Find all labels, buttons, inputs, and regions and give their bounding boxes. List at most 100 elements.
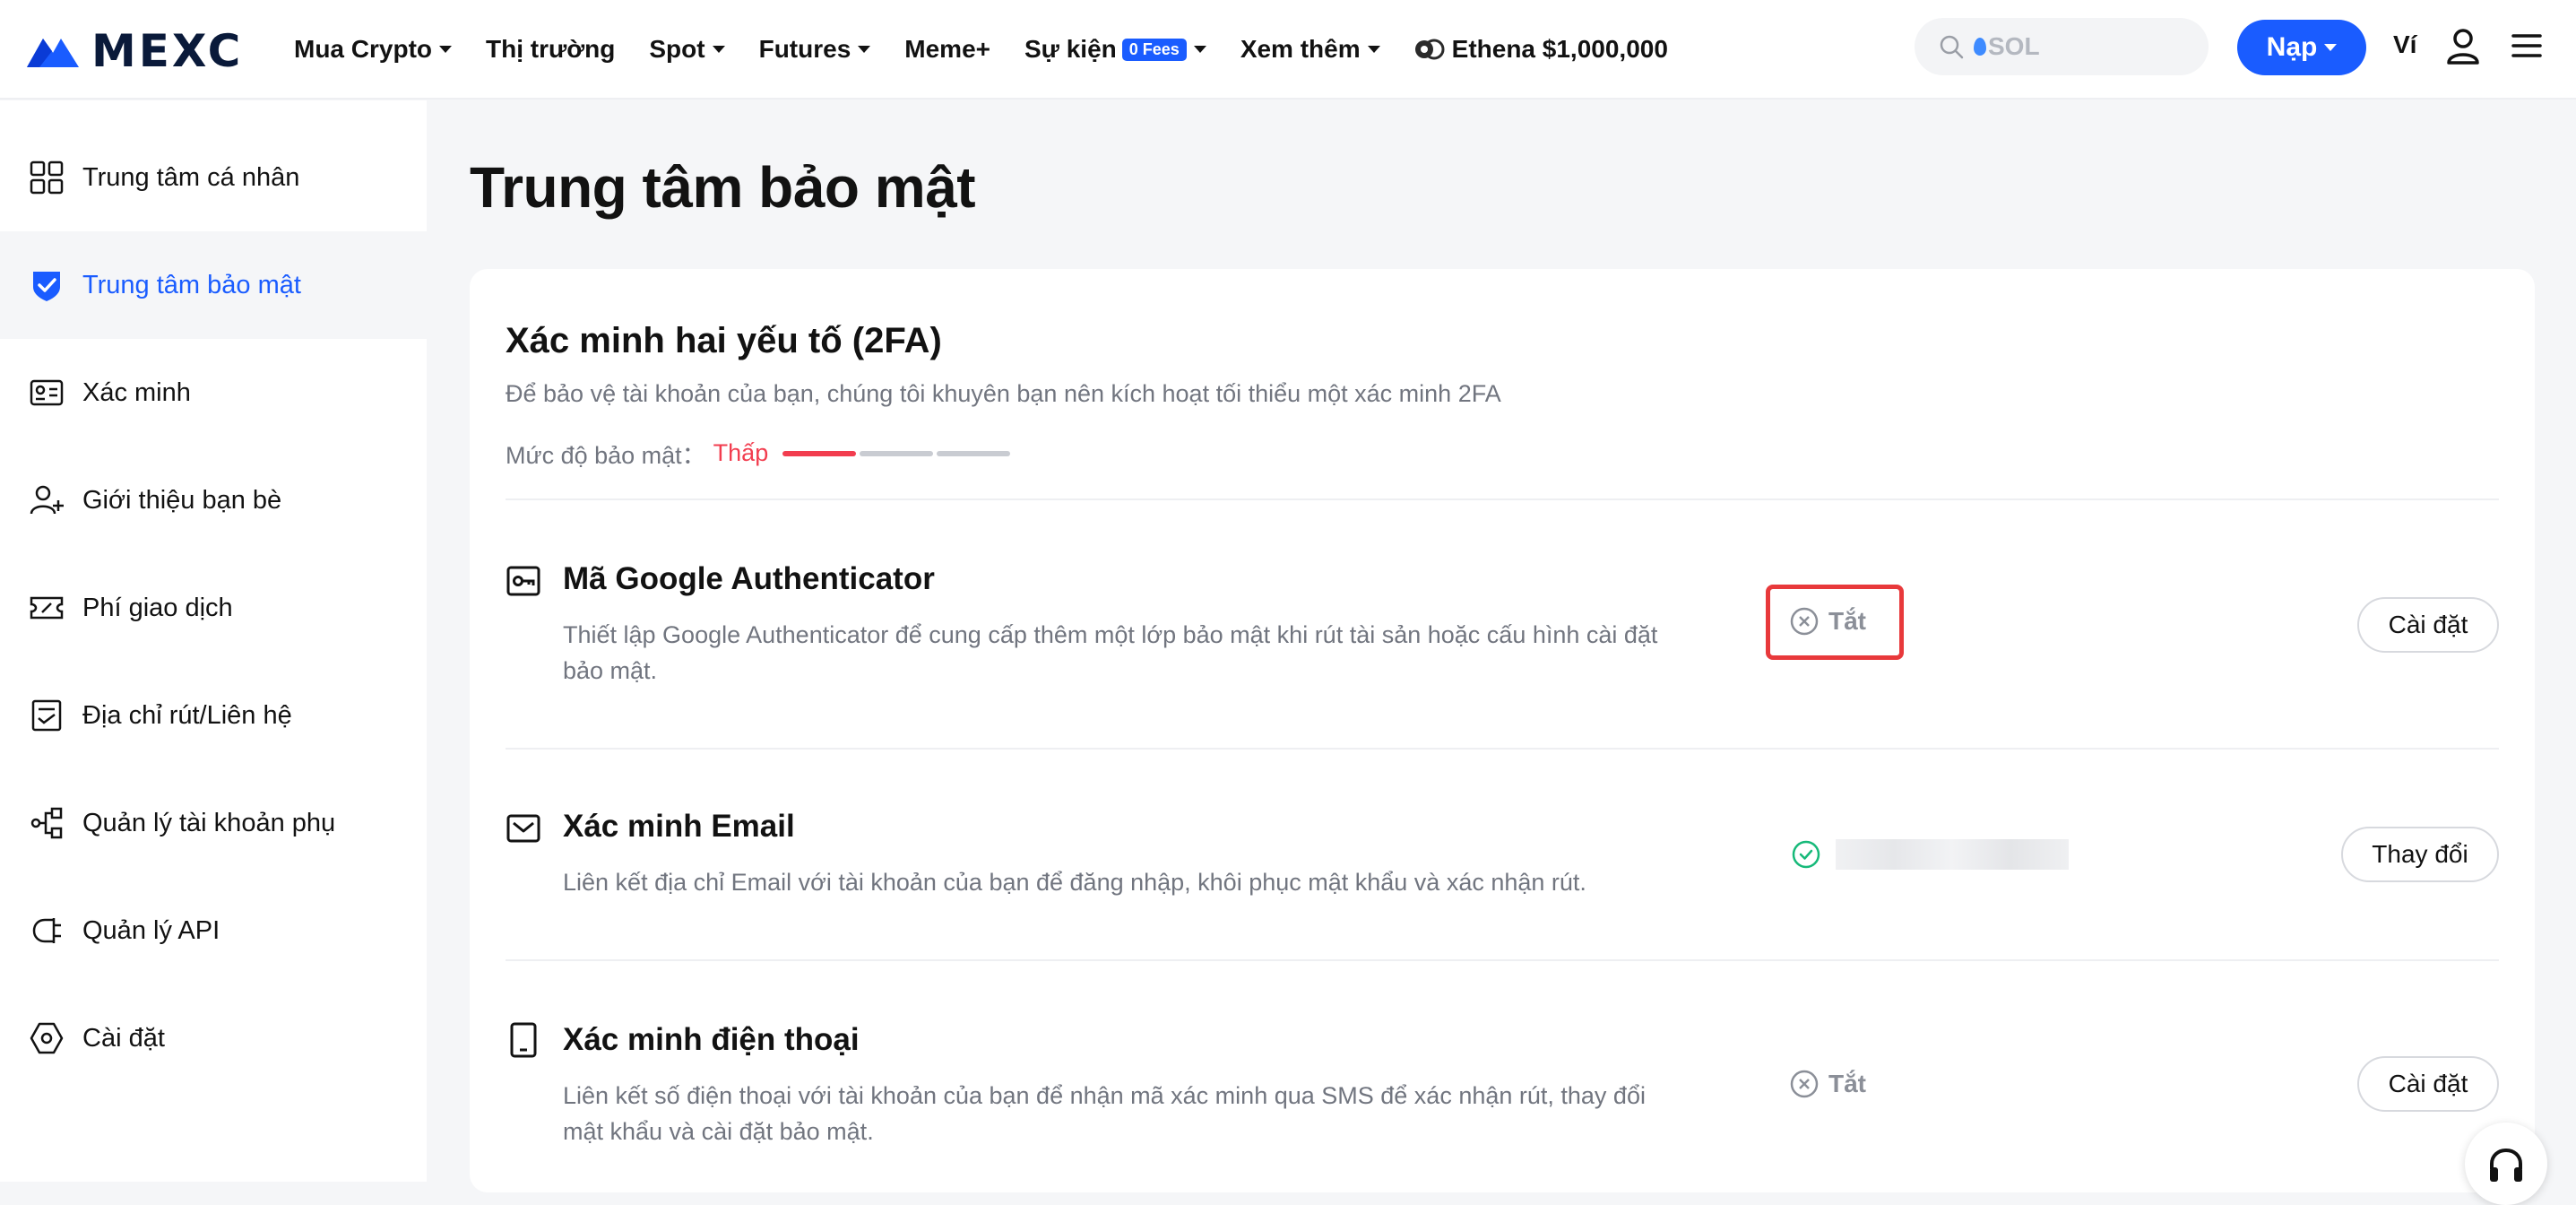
method-title: Xác minh Email bbox=[563, 809, 795, 844]
twofa-description: Để bảo vệ tài khoản của bạn, chúng tôi k… bbox=[506, 380, 1501, 407]
sidebar-item-label: Quản lý API bbox=[82, 915, 220, 945]
shield-icon bbox=[33, 272, 60, 301]
id-card-icon bbox=[30, 379, 64, 406]
hamburger-menu-icon[interactable] bbox=[2511, 32, 2542, 59]
address-book-icon bbox=[31, 699, 62, 732]
sidebar-item-referral[interactable]: Giới thiệu bạn bè bbox=[0, 446, 427, 554]
sidebar-item-verification[interactable]: Xác minh bbox=[0, 339, 427, 446]
mexc-logo-icon bbox=[27, 39, 79, 67]
ethena-icon bbox=[1414, 39, 1445, 60]
top-navbar: MEXC Mua Crypto Thị trường Spot Futures … bbox=[0, 0, 2576, 100]
nav-buy-crypto[interactable]: Mua Crypto bbox=[294, 35, 452, 64]
customer-support-button[interactable] bbox=[2465, 1123, 2547, 1205]
twofa-card: Xác minh hai yếu tố (2FA) Để bảo vệ tài … bbox=[470, 269, 2535, 1192]
fee-ticket-icon bbox=[30, 596, 64, 620]
setup-google-auth-button[interactable]: Cài đặt bbox=[2357, 597, 2499, 653]
nav-meme[interactable]: Meme+ bbox=[904, 35, 990, 64]
divider bbox=[506, 959, 2499, 961]
caret-down-icon bbox=[858, 46, 871, 53]
settings-hex-icon bbox=[30, 1022, 64, 1054]
mail-icon bbox=[506, 814, 540, 843]
twofa-title: Xác minh hai yếu tố (2FA) bbox=[506, 321, 942, 360]
promo-label: Ethena $1,000,000 bbox=[1451, 35, 1668, 63]
search-input[interactable] bbox=[1988, 32, 2185, 61]
phone-icon bbox=[510, 1022, 537, 1058]
sidebar-item-trading-fees[interactable]: Phí giao dịch bbox=[0, 554, 427, 662]
api-plug-icon bbox=[32, 918, 61, 943]
hot-drop-icon bbox=[1974, 38, 1986, 56]
security-level-segment bbox=[782, 450, 857, 456]
deposit-label: Nạp bbox=[2266, 32, 2318, 62]
nav-events[interactable]: Sự kiện 0 Fees bbox=[1024, 35, 1206, 64]
method-description: Liên kết địa chỉ Email với tài khoản của… bbox=[563, 869, 1586, 896]
dashboard-icon bbox=[30, 160, 64, 195]
page-title: Trung tâm bảo mật bbox=[470, 155, 976, 220]
nav-label: Spot bbox=[649, 35, 705, 63]
search-box[interactable] bbox=[1915, 18, 2209, 75]
security-level-segment bbox=[937, 450, 1011, 456]
search-icon bbox=[1940, 35, 1964, 59]
divider bbox=[506, 748, 2499, 750]
sidebar-item-label: Trung tâm cá nhân bbox=[82, 162, 300, 192]
method-title: Xác minh điện thoại bbox=[563, 1022, 860, 1057]
change-email-button[interactable]: Thay đổi bbox=[2341, 827, 2499, 882]
status-label: Tắt bbox=[1828, 1070, 1866, 1097]
caret-down-icon bbox=[439, 46, 452, 53]
sidebar-item-security-center[interactable]: Trung tâm bảo mật bbox=[0, 231, 427, 339]
nav-label: Mua Crypto bbox=[294, 35, 432, 63]
sidebar-item-withdraw-address[interactable]: Địa chỉ rút/Liên hệ bbox=[0, 662, 427, 769]
security-level: Mức độ bảo mật： Thấp bbox=[506, 436, 1011, 471]
nav-label: Futures bbox=[758, 35, 851, 63]
nav-futures[interactable]: Futures bbox=[759, 35, 871, 64]
sidebar-item-label: Trung tâm bảo mật bbox=[82, 270, 301, 299]
user-add-icon bbox=[30, 485, 64, 515]
circle-check-icon bbox=[1792, 840, 1820, 869]
nav-label: Thị trường bbox=[486, 35, 616, 63]
main-nav: Mua Crypto Thị trường Spot Futures Meme+… bbox=[294, 27, 1702, 72]
caret-down-icon bbox=[712, 46, 725, 53]
nav-spot[interactable]: Spot bbox=[649, 35, 725, 64]
zero-fees-badge: 0 Fees bbox=[1121, 38, 1187, 61]
deposit-button[interactable]: Nạp bbox=[2237, 20, 2366, 75]
nav-label: Meme+ bbox=[904, 35, 990, 63]
wallet-link[interactable]: Ví bbox=[2393, 30, 2416, 59]
sidebar-item-label: Xác minh bbox=[82, 377, 191, 407]
sidebar-item-personal-center[interactable]: Trung tâm cá nhân bbox=[0, 124, 427, 231]
sidebar-item-settings[interactable]: Cài đặt bbox=[0, 984, 427, 1092]
nav-label: Xem thêm bbox=[1240, 35, 1361, 63]
method-description: Liên kết số điện thoại với tài khoản của… bbox=[563, 1082, 1646, 1145]
circle-x-icon bbox=[1790, 1070, 1819, 1098]
sidebar-item-label: Phí giao dịch bbox=[82, 593, 233, 622]
method-status bbox=[1791, 839, 2069, 870]
mexc-logo[interactable]: MEXC bbox=[25, 25, 243, 77]
security-level-meter bbox=[782, 450, 1011, 456]
method-description: Thiết lập Google Authenticator để cung c… bbox=[563, 621, 1658, 684]
caret-down-icon bbox=[2324, 44, 2338, 51]
sidebar-item-label: Cài đặt bbox=[82, 1023, 165, 1053]
method-status: Tắt bbox=[1789, 1069, 1866, 1099]
caret-down-icon bbox=[1193, 46, 1206, 53]
sidebar-item-api-management[interactable]: Quản lý API bbox=[0, 877, 427, 984]
nav-ethena-promo[interactable]: Ethena $1,000,000 bbox=[1414, 35, 1668, 64]
caret-down-icon bbox=[1367, 46, 1380, 53]
nav-more[interactable]: Xem thêm bbox=[1240, 35, 1380, 64]
nav-markets[interactable]: Thị trường bbox=[486, 35, 615, 64]
masked-email bbox=[1836, 839, 2069, 870]
sidebar-item-sub-accounts[interactable]: Quản lý tài khoản phụ bbox=[0, 769, 427, 877]
divider bbox=[506, 498, 2499, 500]
sub-account-icon bbox=[30, 807, 63, 839]
status-highlight-box bbox=[1766, 585, 1904, 660]
headset-icon bbox=[2490, 1148, 2522, 1182]
security-level-value: Thấp bbox=[713, 439, 769, 466]
sidebar-item-label: Địa chỉ rút/Liên hệ bbox=[82, 700, 292, 730]
account-sidebar: Trung tâm cá nhân Trung tâm bảo mật Xác … bbox=[0, 100, 427, 1182]
sidebar-item-label: Quản lý tài khoản phụ bbox=[82, 808, 336, 837]
user-icon[interactable] bbox=[2445, 27, 2481, 65]
nav-label: Sự kiện bbox=[1024, 35, 1117, 63]
sidebar-item-label: Giới thiệu bạn bè bbox=[82, 485, 282, 515]
security-level-label: Mức độ bảo mật： bbox=[506, 442, 706, 469]
key-icon bbox=[506, 566, 540, 596]
brand-name: MEXC bbox=[91, 25, 244, 77]
security-level-segment bbox=[860, 450, 934, 456]
setup-phone-button[interactable]: Cài đặt bbox=[2357, 1056, 2499, 1112]
